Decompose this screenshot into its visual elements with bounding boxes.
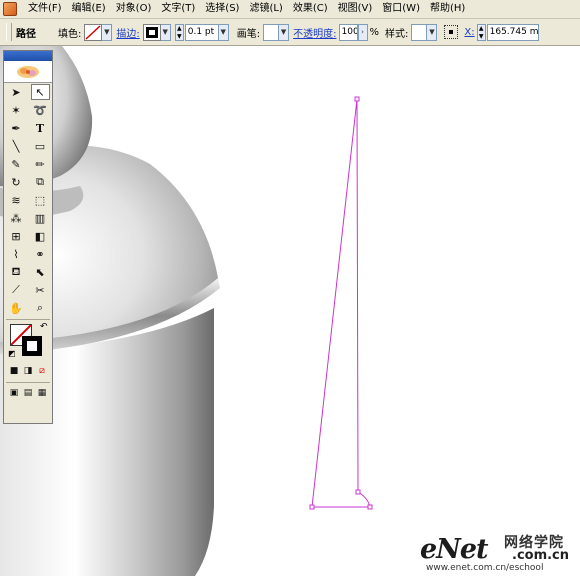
reference-point-icon[interactable] xyxy=(444,25,459,39)
menu-effect[interactable]: 效果(C) xyxy=(288,0,333,18)
menu-help[interactable]: 帮助(H) xyxy=(425,0,470,18)
menu-edit[interactable]: 编辑(E) xyxy=(67,0,111,18)
opacity-dropdown[interactable]: › xyxy=(357,23,368,41)
full-screen-mode-icon[interactable]: ▦ xyxy=(37,385,48,401)
stroke-weight-field[interactable]: 0.1 pt xyxy=(184,23,219,41)
anchor-point[interactable] xyxy=(367,504,373,510)
brush-field[interactable] xyxy=(263,23,280,41)
style-dropdown[interactable]: ▼ xyxy=(427,23,438,41)
none-fill-icon xyxy=(85,24,101,40)
fill-swatch[interactable] xyxy=(84,23,103,41)
watermark-domain: .com.cn xyxy=(512,548,570,563)
type-tool-icon[interactable]: T xyxy=(31,120,50,136)
anchor-point[interactable] xyxy=(354,96,360,102)
gradient-mode-icon[interactable]: ◨ xyxy=(23,363,34,379)
x-position-field[interactable]: 165.745 mm xyxy=(486,23,539,41)
watermark-brand: eNet xyxy=(420,534,489,565)
opacity-field[interactable]: 100 xyxy=(338,23,358,41)
scissors-tool-icon[interactable]: ✂ xyxy=(31,282,50,298)
live-paint-bucket-tool-icon[interactable]: ⛾ xyxy=(7,264,26,280)
illustrator-logo[interactable] xyxy=(4,61,52,83)
swap-colors-icon[interactable]: ↶ xyxy=(40,322,48,332)
slice-tool-icon[interactable]: ⟋ xyxy=(7,282,26,298)
menu-object[interactable]: 对象(O) xyxy=(111,0,157,18)
enet-watermark: eNet 网络学院 .com.cn www.enet.com.cn/eschoo… xyxy=(420,528,578,574)
anchor-point[interactable] xyxy=(309,504,315,510)
stroke-weight-stepper[interactable]: ▲ ▼ xyxy=(174,23,184,41)
app-icon[interactable] xyxy=(3,2,17,16)
symbol-sprayer-tool-icon[interactable]: ⁂ xyxy=(7,210,26,226)
rectangle-tool-icon[interactable]: ▭ xyxy=(31,138,50,154)
mesh-tool-icon[interactable]: ⊞ xyxy=(7,228,26,244)
opacity-link[interactable]: 不透明度: xyxy=(293,25,336,40)
watermark-url: www.enet.com.cn/eschool xyxy=(426,563,544,573)
opacity-unit: % xyxy=(369,26,380,38)
control-bar-grip[interactable] xyxy=(6,23,12,41)
tools-panel: ➤ ↖ ✶ ➰ ✒ T ╲ ▭ ✎ ✏ ↻ ⧉ ≋ ⬚ ⁂ ▥ ⊞ ◧ ⌇ ⚭ ⛾ ⬉ ⟋ ✂ ✋ ⌕ ↶… xyxy=(3,50,53,424)
tools-divider xyxy=(6,382,50,383)
stroke-swatch[interactable] xyxy=(142,23,161,41)
flower-logo-icon xyxy=(17,65,39,78)
selected-path[interactable] xyxy=(309,96,373,510)
x-position-link[interactable]: X: xyxy=(464,27,474,38)
anchor-point[interactable] xyxy=(355,489,361,495)
style-label: 样式: xyxy=(385,28,409,40)
zoom-tool-icon[interactable]: ⌕ xyxy=(31,300,50,316)
paintbrush-tool-icon[interactable]: ✎ xyxy=(7,156,26,172)
gradient-tool-icon[interactable]: ◧ xyxy=(31,228,50,244)
column-graph-tool-icon[interactable]: ▥ xyxy=(31,210,50,226)
menu-type[interactable]: 文字(T) xyxy=(156,0,200,18)
rotate-tool-icon[interactable]: ↻ xyxy=(7,174,26,190)
selection-tool-icon[interactable]: ➤ xyxy=(7,84,26,100)
menu-bar: 文件(F) 编辑(E) 对象(O) 文字(T) 选择(S) 滤镜(L) 效果(C… xyxy=(0,0,580,19)
free-transform-tool-icon[interactable]: ⬚ xyxy=(31,192,50,208)
blend-tool-icon[interactable]: ⚭ xyxy=(31,246,50,262)
direct-selection-tool-icon[interactable]: ↖ xyxy=(30,84,50,100)
default-colors-icon[interactable]: ◩ xyxy=(8,349,16,358)
eyedropper-tool-icon[interactable]: ⌇ xyxy=(7,246,26,262)
brush-dropdown[interactable]: ▼ xyxy=(279,23,290,41)
pen-tool-icon[interactable]: ✒ xyxy=(7,120,26,136)
none-mode-icon[interactable]: ⧄ xyxy=(37,363,48,379)
warp-tool-icon[interactable]: ≋ xyxy=(7,192,26,208)
menu-file[interactable]: 文件(F) xyxy=(23,0,67,18)
stroke-inner xyxy=(148,29,155,35)
menu-filter[interactable]: 滤镜(L) xyxy=(244,0,287,18)
menu-select[interactable]: 选择(S) xyxy=(200,0,244,18)
stroke-dropdown[interactable]: ▼ xyxy=(160,23,171,41)
standard-screen-mode-icon[interactable]: ▣ xyxy=(9,385,20,401)
magic-wand-tool-icon[interactable]: ✶ xyxy=(7,102,26,118)
fill-stroke-widget: ↶ ◩ xyxy=(4,322,52,362)
full-screen-menu-mode-icon[interactable]: ▤ xyxy=(23,385,34,401)
tools-panel-titlebar[interactable] xyxy=(4,51,52,61)
control-bar: 路径 填色: ▼ 描边: ▼ ▲ ▼ 0.1 pt ▼ 画笔: ▼ 不透明度: 1… xyxy=(0,19,580,46)
stroke-color-box[interactable] xyxy=(22,336,42,356)
tools-divider xyxy=(6,319,50,320)
selection-type-label: 路径 xyxy=(16,28,36,40)
fill-dropdown[interactable]: ▼ xyxy=(102,23,113,41)
lasso-tool-icon[interactable]: ➰ xyxy=(31,102,50,118)
menu-view[interactable]: 视图(V) xyxy=(333,0,378,18)
artboard-canvas[interactable] xyxy=(0,46,580,576)
stroke-link[interactable]: 描边: xyxy=(116,25,139,40)
hand-tool-icon[interactable]: ✋ xyxy=(7,300,26,316)
fill-label: 填色: xyxy=(58,28,82,40)
live-paint-selection-tool-icon[interactable]: ⬉ xyxy=(31,264,50,280)
brush-label: 画笔: xyxy=(236,28,261,40)
pencil-tool-icon[interactable]: ✏ xyxy=(31,156,50,172)
style-field[interactable] xyxy=(411,23,428,41)
scale-tool-icon[interactable]: ⧉ xyxy=(31,174,50,190)
artwork xyxy=(0,46,373,576)
color-mode-icon[interactable]: ■ xyxy=(9,363,20,379)
x-position-stepper[interactable]: ▲ ▼ xyxy=(476,23,486,41)
line-tool-icon[interactable]: ╲ xyxy=(7,138,26,154)
menu-window[interactable]: 窗口(W) xyxy=(377,0,425,18)
stroke-weight-dropdown[interactable]: ▼ xyxy=(218,23,229,41)
